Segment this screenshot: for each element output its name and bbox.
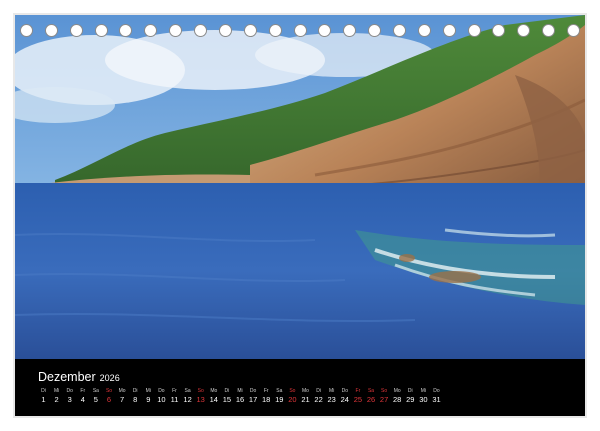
photo-illustration <box>15 15 585 359</box>
day-number: 29 <box>406 395 415 404</box>
binding-ring <box>144 24 158 37</box>
binding-ring <box>542 24 556 37</box>
binding-ring <box>44 24 58 37</box>
binding-ring <box>268 24 282 37</box>
day-number: 8 <box>133 395 138 404</box>
day-cell: Do 17 <box>247 388 260 406</box>
day-number: 12 <box>183 395 192 404</box>
day-cell: Mo 21 <box>299 388 312 406</box>
day-number: 26 <box>366 395 376 404</box>
binding-ring <box>169 24 183 37</box>
day-number: 4 <box>80 395 85 404</box>
day-cell: Mo 14 <box>207 388 220 406</box>
day-number: 23 <box>327 395 336 404</box>
binding-ring <box>517 24 531 37</box>
day-cell: So 27 <box>378 388 391 406</box>
day-number: 14 <box>209 395 218 404</box>
day-number: 24 <box>340 395 349 404</box>
day-number: 17 <box>248 395 258 404</box>
day-cell: Mi 30 <box>417 388 430 406</box>
month-title: Dezember 2026 <box>38 370 120 384</box>
day-number: 28 <box>393 395 402 404</box>
day-cell: So 6 <box>103 388 116 406</box>
day-number: 22 <box>314 395 323 404</box>
day-cell: Di 15 <box>220 388 233 406</box>
binding-ring <box>20 24 33 37</box>
coastal-cliff-photo <box>15 15 585 359</box>
month-name: Dezember <box>38 370 96 384</box>
day-number: 6 <box>106 395 112 404</box>
binding-ring <box>567 24 580 37</box>
day-cell: So 13 <box>194 388 207 406</box>
day-number: 19 <box>275 395 284 404</box>
day-number: 16 <box>235 395 245 404</box>
binding-ring <box>417 24 431 37</box>
binding-ring <box>368 24 382 37</box>
binding-ring <box>243 24 257 37</box>
day-number: 31 <box>432 395 441 404</box>
year-label: 2026 <box>99 373 120 383</box>
day-number: 15 <box>222 395 232 404</box>
day-cell: Mi 23 <box>325 388 338 406</box>
day-cell: Do 24 <box>338 388 351 406</box>
day-cell: Sa 19 <box>273 388 286 406</box>
day-cell: Do 3 <box>63 388 76 406</box>
day-cell: Do 10 <box>155 388 168 406</box>
day-cell: Fr 18 <box>260 388 273 406</box>
day-cell: Mo 28 <box>391 388 404 406</box>
day-cell: Di 29 <box>404 388 417 406</box>
day-cell: So 20 <box>286 388 299 406</box>
day-number: 9 <box>146 395 151 404</box>
day-cell: Mo 7 <box>116 388 129 406</box>
day-number: 1 <box>41 395 46 404</box>
day-number: 3 <box>67 395 72 404</box>
day-cell: Fr 4 <box>76 388 89 406</box>
day-number: 10 <box>157 395 166 404</box>
day-number: 2 <box>54 395 59 404</box>
day-cell: Do 31 <box>430 388 443 406</box>
binding-ring <box>119 24 133 37</box>
binding-ring <box>492 24 506 37</box>
day-number: 18 <box>262 395 271 404</box>
binding-ring <box>343 24 357 37</box>
day-cell: Mi 2 <box>50 388 63 406</box>
day-cell: Fr 25 <box>351 388 364 406</box>
calendar-page: Dezember 2026 Di 1 Mi 2 Do 3 Fr 4 Sa 5 So 6 Mo 7 Di 8 Mi 9… <box>0 0 600 431</box>
day-number: 20 <box>288 395 297 404</box>
binding-ring <box>442 24 456 37</box>
day-number: 27 <box>379 395 389 404</box>
binding-ring <box>194 24 208 37</box>
binding-ring <box>293 24 307 37</box>
day-number: 5 <box>93 395 98 404</box>
day-number: 21 <box>301 395 310 404</box>
day-number: 25 <box>353 395 363 404</box>
day-cell: Di 8 <box>129 388 142 406</box>
binding-ring <box>218 24 232 37</box>
day-cell: Mi 9 <box>142 388 155 406</box>
binding-ring <box>392 24 406 37</box>
day-cell: Sa 5 <box>89 388 102 406</box>
day-cell: Mi 16 <box>234 388 247 406</box>
binding-ring <box>94 24 108 37</box>
day-cell: Fr 11 <box>168 388 181 406</box>
day-number: 11 <box>170 395 179 404</box>
day-cell: Di 1 <box>37 388 50 406</box>
day-number: 13 <box>196 395 205 404</box>
binding-ring <box>467 24 481 37</box>
binding-ring <box>318 24 332 37</box>
day-cell: Sa 12 <box>181 388 194 406</box>
binding-ring <box>69 24 83 37</box>
spiral-binding <box>20 24 580 40</box>
day-cell: Sa 26 <box>365 388 378 406</box>
day-number: 30 <box>419 395 428 404</box>
day-number: 7 <box>120 395 125 404</box>
day-cell: Di 22 <box>312 388 325 406</box>
